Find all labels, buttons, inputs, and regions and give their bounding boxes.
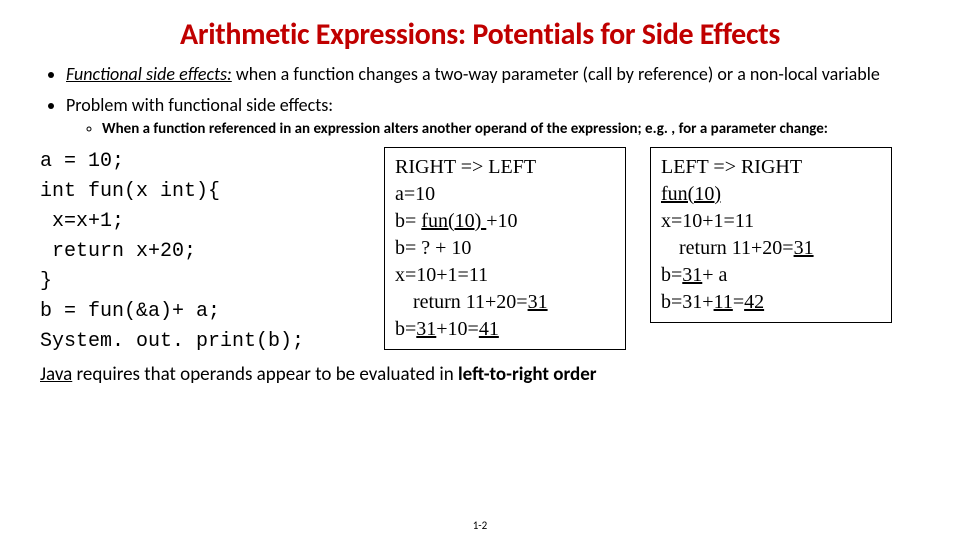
box-right-to-left: RIGHT => LEFT a=10 b= fun(10) +10 b= ? +… (384, 147, 626, 350)
page-number: 1-2 (0, 519, 960, 532)
code-l6: b = fun(&a)+ a; (40, 300, 220, 323)
boxB-r1: fun(10) (661, 181, 881, 208)
footer-rest: requires that operands appear to be eval… (72, 363, 458, 386)
bullet-2-sub: When a function referenced in an express… (102, 120, 920, 139)
footer-em: left-to-right order (458, 363, 597, 386)
bullet-1-rest: when a function changes a two-way parame… (232, 63, 880, 85)
slide-title: Arithmetic Expressions: Potentials for S… (40, 16, 920, 53)
code-l5: } (40, 270, 52, 293)
footer-note: Java requires that operands appear to be… (40, 363, 920, 386)
boxA-r6: b=31+10=41 (395, 316, 615, 343)
code-l4: return x+20; (40, 240, 196, 263)
code-l7: System. out. print(b); (40, 330, 304, 353)
boxA-r5: return 11+20=31 (395, 289, 615, 316)
code-block: a = 10; int fun(x int){ x=x+1; return x+… (40, 147, 360, 357)
code-l3: x=x+1; (40, 210, 124, 233)
boxB-r5: b=31+11=42 (661, 289, 881, 316)
bullet-1-lead: Functional side effects: (66, 63, 232, 85)
bullet-list: Functional side effects: when a function… (40, 63, 920, 139)
boxB-r2: x=10+1=11 (661, 208, 881, 235)
boxB-r4: b=31+ a (661, 262, 881, 289)
bullet-2-text: Problem with functional side effects: (66, 94, 333, 116)
bullet-1: Functional side effects: when a function… (66, 63, 920, 86)
boxA-r2: b= fun(10) +10 (395, 208, 615, 235)
boxB-head: LEFT => RIGHT (661, 154, 881, 181)
boxA-r4: x=10+1=11 (395, 262, 615, 289)
footer-lead: Java (40, 363, 72, 386)
box-left-to-right: LEFT => RIGHT fun(10) x=10+1=11 return 1… (650, 147, 892, 323)
boxA-r3: b= ? + 10 (395, 235, 615, 262)
boxA-head: RIGHT => LEFT (395, 154, 615, 181)
boxB-r3: return 11+20=31 (661, 235, 881, 262)
columns: a = 10; int fun(x int){ x=x+1; return x+… (40, 147, 920, 357)
boxA-r1: a=10 (395, 181, 615, 208)
code-l1: a = 10; (40, 150, 124, 173)
code-l2: int fun(x int){ (40, 180, 220, 203)
bullet-2: Problem with functional side effects: Wh… (66, 94, 920, 139)
